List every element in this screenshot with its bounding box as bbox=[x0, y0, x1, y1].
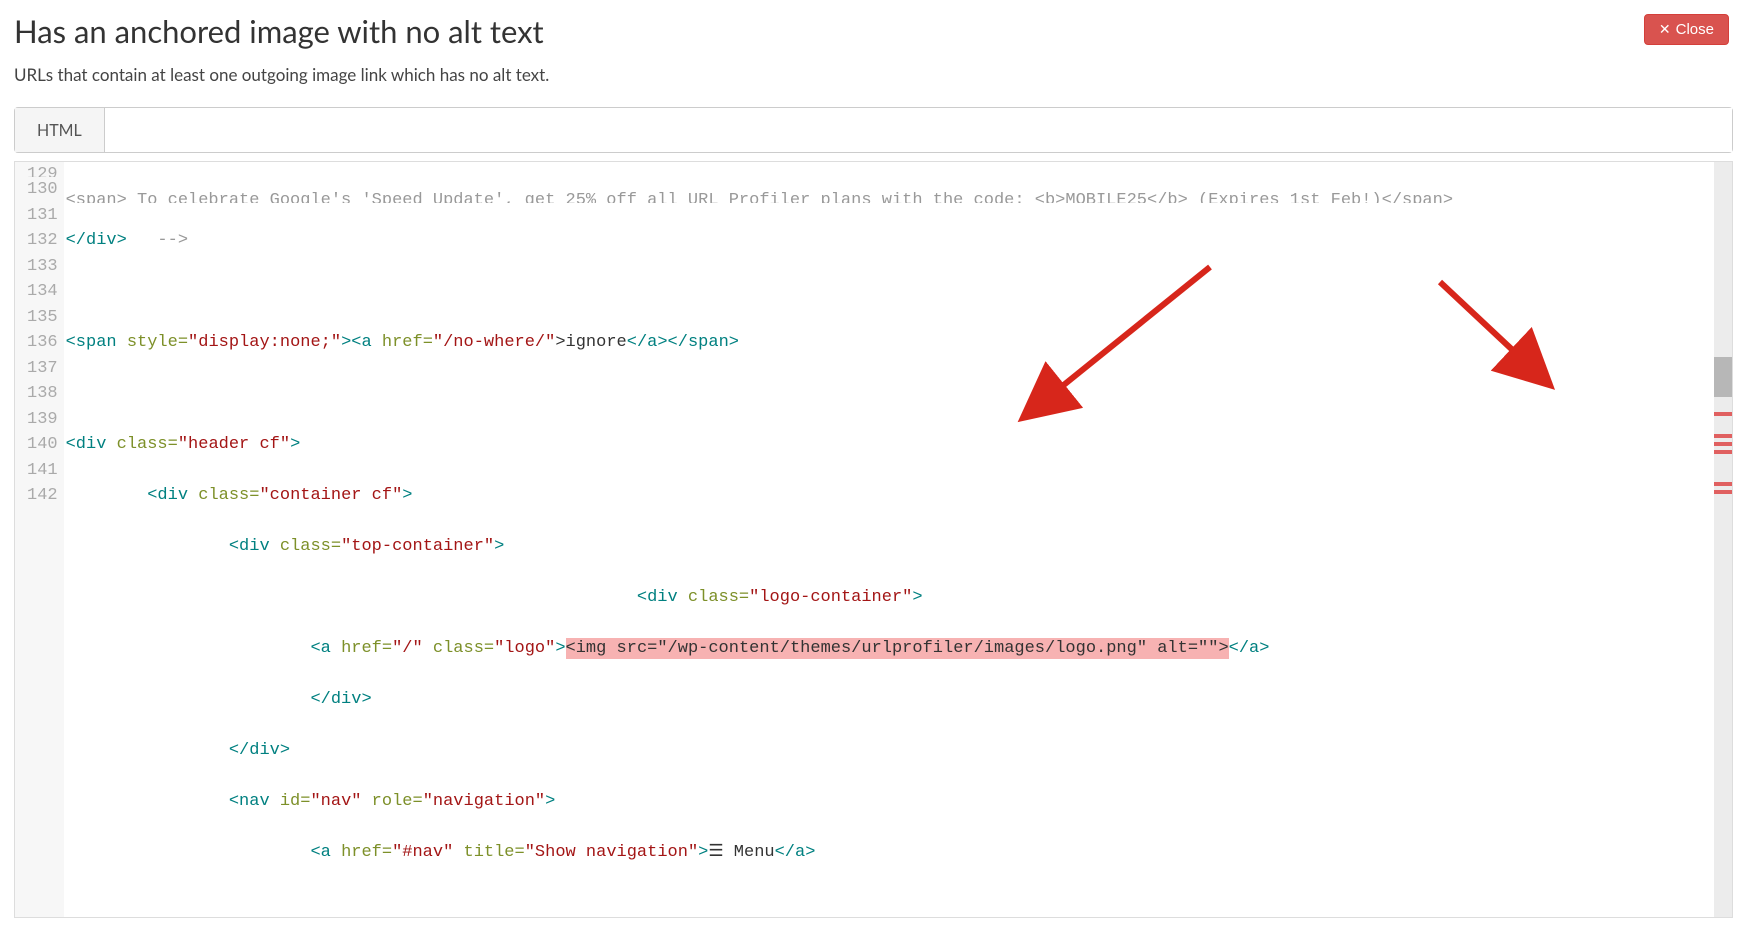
code-content[interactable]: <span> To celebrate Google's 'Speed Upda… bbox=[64, 162, 1714, 917]
close-button[interactable]: ✕ Close bbox=[1644, 14, 1729, 45]
minimap-marker bbox=[1714, 442, 1732, 446]
minimap-marker bbox=[1714, 450, 1732, 454]
highlighted-code: <img src="/wp-content/themes/urlprofiler… bbox=[566, 638, 1229, 659]
code-editor[interactable]: 129 130 131 132 133 134 135 136 137 138 … bbox=[14, 161, 1733, 918]
minimap-marker bbox=[1714, 490, 1732, 494]
minimap-marker bbox=[1714, 412, 1732, 416]
page-title: Has an anchored image with no alt text bbox=[14, 12, 1733, 50]
minimap-scrollbar[interactable] bbox=[1714, 162, 1732, 917]
line-gutter: 129 130 131 132 133 134 135 136 137 138 … bbox=[15, 162, 64, 917]
close-label: Close bbox=[1676, 21, 1714, 38]
tab-html[interactable]: HTML bbox=[15, 108, 105, 152]
close-icon: ✕ bbox=[1659, 21, 1671, 38]
minimap-marker bbox=[1714, 482, 1732, 486]
minimap-viewport[interactable] bbox=[1714, 357, 1732, 397]
page-subtitle: URLs that contain at least one outgoing … bbox=[14, 64, 1733, 85]
minimap-marker bbox=[1714, 434, 1732, 438]
tab-bar-empty bbox=[105, 108, 1732, 152]
tab-bar: HTML bbox=[14, 107, 1733, 153]
